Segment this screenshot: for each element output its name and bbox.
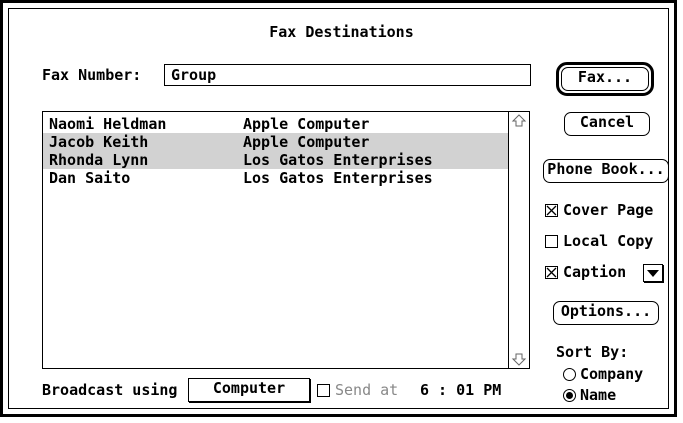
sort-by-label: Sort By:: [556, 343, 629, 361]
contact-name: Jacob Keith: [49, 133, 149, 151]
triangle-down-icon: [647, 270, 659, 277]
list-item[interactable]: Naomi Heldman Apple Computer: [43, 115, 510, 133]
sort-name-label: Name: [580, 386, 617, 404]
list-item[interactable]: Rhonda Lynn Los Gatos Enterprises: [43, 151, 510, 169]
list-item[interactable]: Jacob Keith Apple Computer: [43, 133, 510, 151]
fax-number-label: Fax Number:: [42, 66, 142, 84]
scroll-up-arrow-icon[interactable]: [511, 113, 527, 129]
broadcast-label: Broadcast using: [42, 381, 178, 399]
sort-company-label: Company: [580, 365, 644, 383]
send-at-checkbox[interactable]: [317, 384, 330, 397]
cancel-button[interactable]: Cancel: [564, 112, 650, 136]
list-item[interactable]: Dan Saito Los Gatos Enterprises: [43, 169, 510, 187]
contact-company: Los Gatos Enterprises: [243, 151, 433, 169]
broadcast-method-popup[interactable]: Computer: [188, 378, 310, 402]
fax-button[interactable]: Fax...: [561, 67, 649, 91]
contact-name: Naomi Heldman: [49, 115, 167, 133]
contact-name: Dan Saito: [49, 169, 131, 187]
send-time-value[interactable]: 6 : 01 PM: [420, 381, 501, 399]
scroll-down-arrow-icon[interactable]: [511, 351, 527, 367]
options-button[interactable]: Options...: [553, 301, 659, 325]
contact-name: Rhonda Lynn: [49, 151, 149, 169]
local-copy-label: Local Copy: [563, 232, 654, 250]
contact-company: Apple Computer: [243, 115, 370, 133]
contact-company: Los Gatos Enterprises: [243, 169, 433, 187]
cover-page-checkbox[interactable]: [545, 204, 558, 217]
caption-checkbox[interactable]: [545, 266, 558, 279]
fax-number-field[interactable]: [164, 64, 531, 86]
cover-page-label: Cover Page: [563, 201, 654, 219]
contact-company: Apple Computer: [243, 133, 370, 151]
radio-selected-dot: [566, 392, 573, 399]
sort-name-radio[interactable]: [563, 389, 576, 402]
check-x-icon: [546, 267, 557, 278]
phone-book-button[interactable]: Phone Book...: [543, 159, 669, 183]
caption-label: Caption: [563, 263, 627, 281]
caption-popup-menu[interactable]: [643, 264, 663, 282]
check-x-icon: [546, 205, 557, 216]
destination-list-body: Naomi Heldman Apple Computer Jacob Keith…: [43, 112, 510, 368]
list-scrollbar[interactable]: [508, 112, 529, 368]
local-copy-checkbox[interactable]: [545, 235, 558, 248]
sort-company-radio[interactable]: [563, 368, 576, 381]
destination-list[interactable]: Naomi Heldman Apple Computer Jacob Keith…: [42, 111, 530, 369]
send-at-label: Send at: [335, 381, 399, 399]
dialog-title: Fax Destinations: [269, 23, 414, 41]
